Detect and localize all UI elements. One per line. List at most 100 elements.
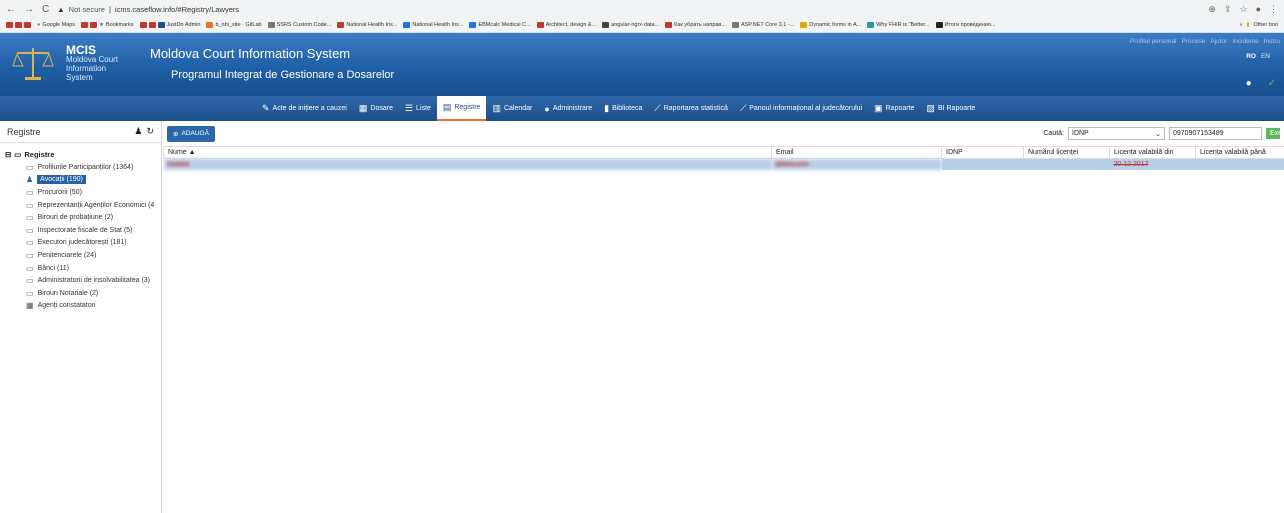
sidebar-item-birouri-notariale[interactable]: ▭ Birouri Notariale (2)	[5, 287, 161, 300]
content-toolbar: ⊕ ADAUGĂ Caută: IDNP ⌄ 0970907153489 Exe	[163, 121, 1284, 146]
sidebar-item-executori[interactable]: ▭ Executori judecătorești (181)	[5, 237, 161, 250]
bookmark-item[interactable]: National Health Ins...	[337, 22, 397, 28]
other-bookmarks[interactable]: » ▮ Other boo	[1239, 22, 1278, 28]
nav-liste[interactable]: ☰ Liste	[399, 96, 437, 121]
col-valabila-pana[interactable]: Licența valabilă până	[1195, 146, 1284, 159]
menu-icon[interactable]: ⋮	[1269, 4, 1278, 15]
gitlab-icon	[206, 22, 214, 28]
bookmark-icon	[90, 22, 98, 28]
folder-icon: ▮	[1246, 22, 1250, 28]
system-subtitle: Programul Integrat de Gestionare a Dosar…	[171, 69, 395, 81]
lang-ro[interactable]: RO	[1246, 53, 1256, 60]
zoom-icon[interactable]: ⊕	[1208, 4, 1216, 15]
tree-root[interactable]: ⊟ ▭ Registre	[5, 148, 161, 161]
star-icon[interactable]: ☆	[1239, 4, 1247, 15]
nav-panoul[interactable]: ⟋ Panoul informațional al judecătorului	[734, 96, 868, 121]
bookmark-item[interactable]: ● Google Maps	[37, 22, 75, 28]
collapse-icon[interactable]: ⊟	[5, 150, 11, 159]
plus-icon: ⊕	[173, 130, 179, 138]
nav-bi-rapoarte[interactable]: ▨ BI Rapoarte	[920, 96, 981, 121]
sidebar-title: Registre	[7, 126, 41, 137]
search-input[interactable]: 0970907153489	[1169, 127, 1262, 140]
col-licenta[interactable]: Numărul licenței	[1023, 146, 1110, 159]
security-label: Not secure	[68, 4, 105, 14]
nav-administrare[interactable]: ● Administrare	[538, 96, 598, 121]
sidebar-item-procurorii[interactable]: ▭ Procurorii (50)	[5, 186, 161, 199]
link-ajutor[interactable]: Ajutor	[1210, 38, 1227, 45]
nav-biblioteca[interactable]: ▮ Biblioteca	[598, 96, 648, 121]
search-field-select[interactable]: IDNP ⌄	[1068, 127, 1165, 140]
bookmark-icon	[81, 22, 89, 28]
bookmark-item[interactable]: EBMcalc Medical C...	[469, 22, 531, 28]
nav-calendar[interactable]: ▥ Calendar	[486, 96, 538, 121]
link-instruire[interactable]: Instru	[1264, 38, 1280, 45]
folder-icon: ▭	[26, 162, 34, 172]
bookmark-item[interactable]: JustDo Admin	[139, 22, 200, 28]
chat-icon[interactable]: ●	[1246, 78, 1252, 89]
folder-open-icon: ▭	[14, 150, 22, 159]
search-execute-button[interactable]: Exe	[1266, 128, 1280, 139]
sidebar-item-profiluri[interactable]: ▭ Profilurile Participanților (1364)	[5, 161, 161, 174]
lang-en[interactable]: EN	[1261, 53, 1270, 60]
bar-chart-icon: ▨	[926, 103, 935, 113]
books-icon: ▮	[604, 103, 610, 113]
address-bar[interactable]: ▲ Not secure | icms.caseflow.info/#Regis…	[57, 5, 239, 14]
bookmark-item[interactable]: ★ Bookmarks	[81, 22, 134, 28]
refresh-icon[interactable]: ↻	[146, 126, 154, 137]
bookmark-item[interactable]: Architect, design &...	[536, 22, 596, 28]
main-nav: ✎ Acte de inițiere a cauzei ▦ Dosare ☰ List…	[0, 96, 1284, 121]
sidebar-item-administratorii[interactable]: ▭ Administratorii de insolvabilitatea (3)	[5, 274, 161, 287]
user-group-icon: ♟	[26, 175, 34, 185]
share-icon[interactable]: ⇪	[1224, 4, 1232, 15]
bookmark-item[interactable]	[6, 22, 31, 28]
nav-acte[interactable]: ✎ Acte de inițiere a cauzei	[256, 96, 353, 121]
sidebar-item-birouri-probatiune[interactable]: ▭ Birouri de probațiune (2)	[5, 211, 161, 224]
col-idnp[interactable]: IDNP	[941, 146, 1024, 159]
bookmark-item[interactable]: SSRS Custom Code...	[267, 22, 331, 28]
bookmark-item[interactable]: b_nhi_site · GitLab	[206, 22, 262, 28]
col-valabila-din[interactable]: Licența valabilă din	[1109, 146, 1196, 159]
bookmark-item[interactable]: Итоги проведения...	[935, 22, 995, 28]
col-nume[interactable]: Nume ▲	[163, 146, 772, 159]
bookmark-item[interactable]: Dynamic forms in A...	[800, 22, 861, 28]
folder-icon: ▭	[26, 225, 34, 235]
check-icon[interactable]: ✓	[1268, 78, 1276, 89]
nav-registre[interactable]: ▤ Registre	[436, 96, 487, 121]
lawyers-table: Nume ▲ Email IDNP Numărul licenței Licen…	[163, 146, 1284, 170]
bookmark-icon	[800, 22, 808, 28]
cell-nume: Natalia	[163, 158, 772, 170]
scales-logo-icon	[10, 41, 56, 87]
bookmarks-bar: ● Google Maps ★ Bookmarks JustDo Admin b_n…	[0, 18, 1284, 33]
add-button[interactable]: ⊕ ADAUGĂ	[167, 125, 215, 142]
bookmark-icon	[15, 22, 22, 28]
link-profile[interactable]: Profilul personal	[1130, 38, 1177, 45]
back-icon[interactable]: ←	[6, 4, 16, 15]
bookmark-item[interactable]: ASP.NET Core 3.1 -...	[731, 22, 794, 28]
link-incidente[interactable]: Incidente	[1232, 38, 1258, 45]
nav-rapoarte[interactable]: ▣ Rapoarte	[868, 96, 920, 121]
sidebar-item-inspectorate[interactable]: ▭ Inspectorate fiscale de Stat (5)	[5, 224, 161, 237]
link-procese[interactable]: Procese	[1182, 38, 1206, 45]
folder-icon: ▭	[26, 276, 34, 286]
nav-raportarea[interactable]: ⟋ Raportarea statistică	[648, 96, 734, 121]
cell-licenta	[1023, 158, 1110, 170]
table-row[interactable]: Natalia @test.com 20.12.2017	[163, 158, 1284, 170]
bookmark-item[interactable]: Why FHIR is "Better...	[867, 22, 930, 28]
sidebar-item-avocatii[interactable]: ♟ Avocații (190)	[5, 174, 161, 187]
bookmark-item[interactable]: National Health Ins...	[403, 22, 463, 28]
user-icon[interactable]: ♟	[134, 126, 142, 137]
cell-valabila-din: 20.12.2017	[1109, 158, 1196, 170]
bookmark-item[interactable]: Как убрать направ...	[665, 22, 726, 28]
extension-icon[interactable]: ●	[1256, 4, 1261, 15]
sidebar-item-agenti[interactable]: ▦ Agenți constatatori	[5, 300, 161, 313]
language-switch: RO EN	[1246, 53, 1270, 60]
sidebar-item-penitenciarele[interactable]: ▭ Penitenciarele (24)	[5, 249, 161, 262]
forward-icon[interactable]: →	[24, 4, 34, 15]
sidebar-item-reprezentantii[interactable]: ▭ Reprezentanții Agenților Economici (4	[5, 199, 161, 212]
user-circle-icon: ●	[544, 103, 550, 114]
sidebar-item-banci[interactable]: ▭ Bănci (11)	[5, 262, 161, 275]
nav-dosare[interactable]: ▦ Dosare	[353, 96, 399, 121]
bookmark-item[interactable]: angular-ngrx-data...	[602, 22, 659, 28]
col-email[interactable]: Email	[771, 146, 942, 159]
reload-icon[interactable]: C	[42, 4, 49, 15]
